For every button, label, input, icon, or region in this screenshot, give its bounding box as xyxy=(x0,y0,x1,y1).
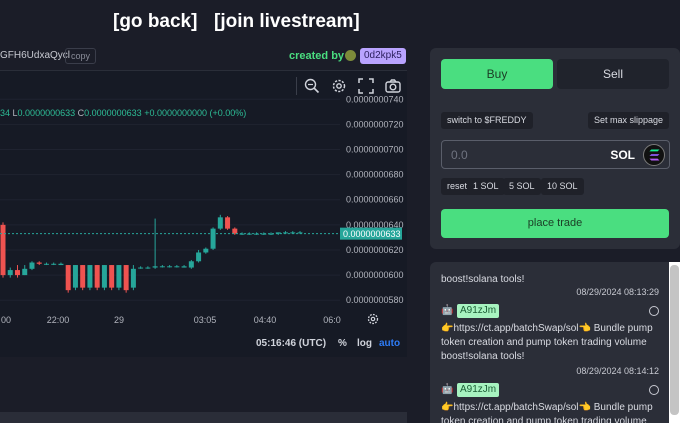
candle-body xyxy=(167,266,173,268)
comment-text: 👉https://ct.app/batchSwap/sol👈 Bundle pu… xyxy=(441,402,653,423)
candle-body xyxy=(152,266,158,268)
y-tick-label: 0.0000000660 xyxy=(346,195,404,205)
like-icon[interactable] xyxy=(649,306,659,316)
go-back-link[interactable]: [go back] xyxy=(113,11,197,33)
comment-username[interactable]: A91zJm xyxy=(457,304,500,318)
candle-body xyxy=(51,263,57,265)
candle-body xyxy=(14,270,20,276)
percent-scale-toggle[interactable]: % xyxy=(338,338,347,349)
candle-body xyxy=(159,266,165,268)
chart-footer: 05:16:46 (UTC) % log auto xyxy=(0,333,407,357)
preset-10-sol-button[interactable]: 10 SOL xyxy=(541,178,584,195)
y-tick-label: 0.0000000740 xyxy=(346,94,404,104)
preset-5-sol-button[interactable]: 5 SOL xyxy=(503,178,541,195)
comments-feed[interactable]: boost!solana tools! 08/29/2024 08:13:29 … xyxy=(430,262,680,423)
log-scale-toggle[interactable]: log xyxy=(357,338,372,349)
candle-body xyxy=(109,265,115,288)
comment-text: boost!solana tools! xyxy=(441,274,525,285)
comment-text: 👉https://ct.app/batchSwap/sol👈 Bundle pu… xyxy=(441,323,653,362)
candle-body xyxy=(36,262,42,264)
candle-body xyxy=(196,252,202,262)
creator-avatar-icon xyxy=(345,50,356,61)
comments-scroll-thumb[interactable] xyxy=(670,265,679,415)
y-tick-label: 0.0000000700 xyxy=(346,145,404,155)
bottom-panel-edge xyxy=(0,412,407,423)
trade-panel: Buy Sell switch to $FREDDY Set max slipp… xyxy=(430,48,680,249)
place-trade-button[interactable]: place trade xyxy=(441,209,669,238)
candle-body xyxy=(210,228,216,249)
y-tick-label: 0.0000000620 xyxy=(346,245,404,255)
candle-body xyxy=(203,248,209,253)
candle-body xyxy=(217,217,223,229)
chart-settings-icon[interactable] xyxy=(366,312,380,326)
x-tick-label: 04:40 xyxy=(254,315,277,325)
buy-tab[interactable]: Buy xyxy=(441,59,553,89)
candle-body xyxy=(130,268,136,288)
candle-body xyxy=(43,263,49,265)
candle-body xyxy=(80,265,86,288)
copy-address-button[interactable]: copy xyxy=(65,48,97,64)
candle-body xyxy=(188,261,194,268)
join-livestream-link[interactable]: [join livestream] xyxy=(214,11,360,33)
y-tick-label: 0.0000000580 xyxy=(346,295,404,305)
token-info-row: GFH6UdxaQycl copy created by 0d2kpk5 xyxy=(0,48,410,66)
candle-body xyxy=(232,228,238,234)
candle-body xyxy=(94,265,100,288)
x-tick-label: 03:05 xyxy=(194,315,217,325)
user-avatar-icon: 🤖 xyxy=(441,305,454,316)
candle-body xyxy=(72,265,78,288)
candle-body xyxy=(101,265,107,288)
candle-body xyxy=(138,267,144,269)
price-chart[interactable]: 34 L0.0000000633 C0.0000000633 +0.000000… xyxy=(0,70,407,357)
created-by-label: created by xyxy=(289,50,345,62)
currency-label: SOL xyxy=(610,148,635,162)
comment-timestamp: 08/29/2024 08:13:29 xyxy=(576,287,659,297)
y-tick-label: 0.0000000720 xyxy=(346,119,404,129)
candle-body xyxy=(65,265,71,291)
candle-body xyxy=(0,224,6,276)
x-tick-label: 22:00 xyxy=(47,315,70,325)
candlestick-plot[interactable]: 0.0000000740 0.0000000720 0.0000000700 0.00… xyxy=(0,71,407,358)
preset-1-sol-button[interactable]: 1 SOL xyxy=(467,178,505,195)
candle-body xyxy=(22,268,28,276)
chart-clock[interactable]: 05:16:46 (UTC) xyxy=(256,338,326,349)
y-tick-label: 0.0000000600 xyxy=(346,270,404,280)
amount-placeholder: 0.0 xyxy=(451,148,468,162)
candle-body xyxy=(58,263,64,266)
comment-username[interactable]: A91zJm xyxy=(457,383,500,397)
top-nav: [go back] [join livestream] xyxy=(0,11,440,37)
max-slippage-button[interactable]: Set max slippage xyxy=(587,112,669,129)
candle-body xyxy=(225,217,231,229)
creator-badge[interactable]: 0d2kpk5 xyxy=(360,48,406,64)
comment-timestamp: 08/29/2024 08:14:12 xyxy=(576,366,659,376)
y-tick-label: 0.0000000680 xyxy=(346,170,404,180)
solana-logo-icon xyxy=(643,144,665,166)
candle-body xyxy=(87,265,93,288)
user-avatar-icon: 🤖 xyxy=(441,384,454,395)
auto-scale-toggle[interactable]: auto xyxy=(379,338,400,349)
like-icon[interactable] xyxy=(649,385,659,395)
last-price-label: 0.0000000633 xyxy=(343,229,401,239)
amount-input[interactable]: 0.0 SOL xyxy=(441,140,670,169)
switch-token-button[interactable]: switch to $FREDDY xyxy=(441,112,533,129)
candle-body xyxy=(174,266,180,268)
sell-tab[interactable]: Sell xyxy=(557,59,669,89)
candle-body xyxy=(123,265,129,291)
x-tick-label: 29 xyxy=(114,315,124,325)
comments-scrollbar[interactable] xyxy=(669,262,680,423)
candle-body xyxy=(7,270,13,276)
token-mint-address: GFH6UdxaQycl xyxy=(0,50,71,61)
candle-body xyxy=(116,265,122,288)
candle-body xyxy=(181,266,187,268)
x-tick-label: 00 xyxy=(1,315,11,325)
candle-body xyxy=(145,267,151,269)
candle-body xyxy=(29,262,35,269)
x-tick-label: 06:0 xyxy=(323,315,341,325)
